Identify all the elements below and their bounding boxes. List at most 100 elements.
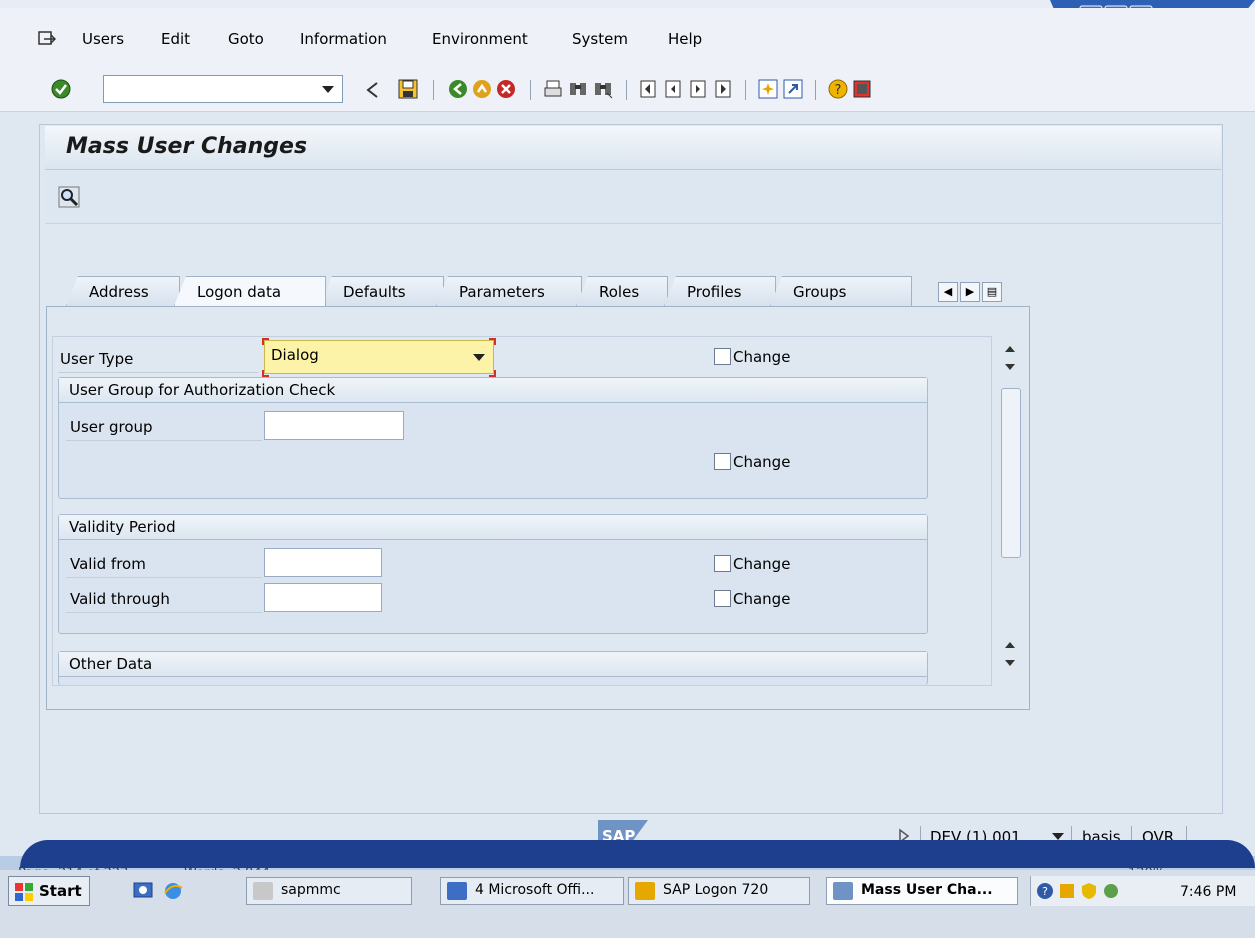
find-icon[interactable]	[568, 79, 588, 99]
group-title: Other Data	[59, 652, 927, 677]
clock: 7:46 PM	[1180, 884, 1237, 900]
find-next-icon[interactable]	[593, 79, 613, 99]
label-underline	[66, 612, 262, 613]
toolbar-separator	[530, 80, 531, 100]
shield-icon[interactable]	[1080, 882, 1098, 900]
tab-logon-data[interactable]: Logon data	[174, 276, 326, 306]
chevron-down-icon	[473, 354, 485, 361]
menu-environment[interactable]: Environment	[432, 30, 528, 48]
back-arrow-icon[interactable]	[366, 82, 380, 98]
mmc-icon	[253, 882, 273, 900]
tab-scroll-right-icon[interactable]: ▶	[960, 282, 980, 302]
vertical-scrollbar[interactable]	[1000, 336, 1028, 686]
toolbar-separator	[815, 80, 816, 100]
valid-through-label: Valid through	[70, 590, 170, 608]
back-icon[interactable]	[448, 79, 468, 99]
scroll-up-icon[interactable]	[1003, 340, 1017, 374]
menu-icon[interactable]	[38, 30, 56, 48]
user-group-change-checkbox[interactable]	[714, 453, 731, 470]
tab-scroll-left-icon[interactable]: ◀	[938, 282, 958, 302]
valid-from-change-checkbox[interactable]	[714, 555, 731, 572]
last-page-icon[interactable]	[713, 79, 733, 99]
focus-corner	[489, 370, 496, 377]
user-group-label: User group	[70, 418, 153, 436]
focus-corner	[489, 338, 496, 345]
toolbar-separator	[433, 80, 434, 100]
other-data-box: Other Data	[58, 651, 928, 685]
cancel-icon[interactable]	[496, 79, 516, 99]
tab-profiles[interactable]: Profiles	[664, 276, 776, 306]
help-icon[interactable]: ?	[828, 79, 848, 99]
sap-tray-icon[interactable]	[1058, 882, 1076, 900]
menu-system[interactable]: System	[572, 30, 628, 48]
user-type-value: Dialog	[271, 346, 319, 364]
user-type-change-checkbox[interactable]	[714, 348, 731, 365]
valid-through-change-checkbox[interactable]	[714, 590, 731, 607]
task-mass-user-changes[interactable]: Mass User Cha...	[826, 877, 1018, 905]
tab-list-icon[interactable]: ▤	[982, 282, 1002, 302]
previous-page-icon[interactable]	[663, 79, 683, 99]
exit-icon[interactable]	[472, 79, 492, 99]
help-tray-icon[interactable]: ?	[1036, 882, 1054, 900]
validity-period-box: Validity Period	[58, 514, 928, 634]
label-underline	[66, 440, 262, 441]
tab-address[interactable]: Address	[66, 276, 180, 306]
group-title: User Group for Authorization Check	[59, 378, 927, 403]
menu-users[interactable]: Users	[82, 30, 124, 48]
command-dropdown-icon[interactable]	[322, 86, 334, 93]
auth-group-box: User Group for Authorization Check	[58, 377, 928, 499]
task-microsoft-office[interactable]: 4 Microsoft Offi...	[440, 877, 624, 905]
valid-from-label: Valid from	[70, 555, 146, 573]
focus-corner	[262, 338, 269, 345]
tab-parameters[interactable]: Parameters	[436, 276, 582, 306]
change-label: Change	[733, 590, 791, 608]
svg-text:?: ?	[835, 83, 842, 98]
user-type-dropdown[interactable]: Dialog	[264, 340, 494, 374]
label-underline	[66, 577, 262, 578]
scroll-down-icon[interactable]	[1003, 636, 1017, 670]
label-underline	[58, 372, 258, 373]
change-label: Change	[733, 348, 791, 366]
application-toolbar	[45, 170, 1221, 224]
sap-logon-icon	[635, 882, 655, 900]
network-icon[interactable]	[1102, 882, 1120, 900]
change-label: Change	[733, 555, 791, 573]
task-sapmmc[interactable]: sapmmc	[246, 877, 412, 905]
shortcut-icon[interactable]	[783, 79, 803, 99]
next-page-icon[interactable]	[688, 79, 708, 99]
menu-information[interactable]: Information	[300, 30, 387, 48]
user-type-label: User Type	[60, 350, 134, 368]
group-title: Validity Period	[59, 515, 927, 540]
enter-icon[interactable]	[50, 78, 72, 100]
focus-corner	[262, 370, 269, 377]
change-label: Change	[733, 453, 791, 471]
browser-icon[interactable]	[162, 880, 184, 902]
menu-edit[interactable]: Edit	[161, 30, 190, 48]
command-field[interactable]	[103, 75, 343, 103]
search-icon[interactable]	[58, 186, 80, 208]
sap-gui-icon	[833, 882, 853, 900]
create-session-icon[interactable]	[758, 79, 778, 99]
tab-roles[interactable]: Roles	[576, 276, 668, 306]
toolbar-separator	[745, 80, 746, 100]
tab-defaults[interactable]: Defaults	[320, 276, 444, 306]
valid-through-input[interactable]	[264, 583, 382, 612]
valid-from-input[interactable]	[264, 548, 382, 577]
desktop-icon[interactable]	[132, 880, 154, 902]
menu-help[interactable]: Help	[668, 30, 702, 48]
task-sap-logon[interactable]: SAP Logon 720	[628, 877, 810, 905]
first-page-icon[interactable]	[638, 79, 658, 99]
layout-icon[interactable]	[852, 79, 872, 99]
menu-goto[interactable]: Goto	[228, 30, 264, 48]
print-icon[interactable]	[543, 79, 563, 99]
toolbar-separator	[626, 80, 627, 100]
user-group-input[interactable]	[264, 411, 404, 440]
tab-groups[interactable]: Groups	[770, 276, 912, 306]
word-icon	[447, 882, 467, 900]
scroll-thumb[interactable]	[1001, 388, 1021, 558]
start-label: Start	[39, 882, 82, 900]
save-icon[interactable]	[398, 79, 418, 99]
system-dropdown-icon[interactable]	[1052, 833, 1064, 840]
window-border	[20, 840, 1255, 868]
start-button[interactable]: Start	[8, 876, 90, 906]
